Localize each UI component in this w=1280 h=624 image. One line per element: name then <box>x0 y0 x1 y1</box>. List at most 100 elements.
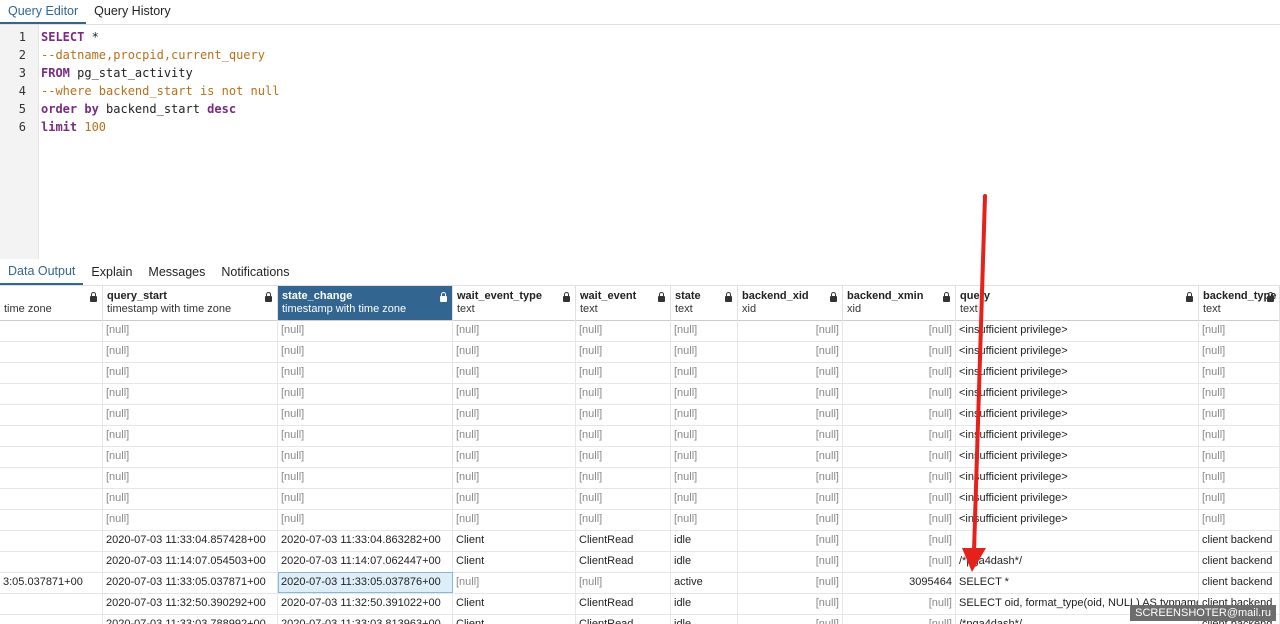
table-cell[interactable]: [null] <box>453 509 576 530</box>
table-cell[interactable] <box>0 362 103 383</box>
table-cell[interactable]: 2020-07-03 11:33:03.788992+00 <box>103 614 278 624</box>
table-cell[interactable]: [null] <box>1199 488 1280 509</box>
table-cell[interactable]: /*pga4dash*/ <box>956 551 1199 572</box>
table-cell[interactable]: [null] <box>738 509 843 530</box>
table-row[interactable]: 2020-07-03 11:33:04.857428+00 2020-07-03 … <box>0 530 1280 552</box>
table-cell[interactable]: [null] <box>576 425 671 446</box>
table-cell[interactable]: [null] <box>843 530 956 551</box>
table-cell[interactable]: [null] <box>671 404 738 425</box>
table-cell[interactable]: [null] <box>576 341 671 362</box>
table-cell[interactable]: [null] <box>843 551 956 572</box>
table-cell[interactable]: [null] <box>843 593 956 614</box>
table-cell[interactable]: [null] <box>843 320 956 341</box>
table-cell[interactable]: [null] <box>1199 509 1280 530</box>
table-cell[interactable]: <insufficient privilege> <box>956 404 1199 425</box>
tab-query-editor[interactable]: Query Editor <box>0 0 87 24</box>
table-cell[interactable]: [null] <box>576 572 671 593</box>
table-row[interactable]: [null] [null] [null] [null] [null] [null] [nul… <box>0 488 1280 510</box>
table-cell[interactable]: [null] <box>738 362 843 383</box>
table-cell[interactable] <box>0 551 103 572</box>
table-cell[interactable]: [null] <box>453 572 576 593</box>
table-cell[interactable]: [null] <box>1199 362 1280 383</box>
table-cell[interactable]: SELECT * <box>956 572 1199 593</box>
sql-editor[interactable]: 1 SELECT * 2 --datname,procpid,current_quer… <box>0 25 1280 260</box>
table-cell[interactable]: [null] <box>671 509 738 530</box>
table-cell[interactable]: [null] <box>738 320 843 341</box>
table-cell[interactable]: [null] <box>738 467 843 488</box>
table-cell[interactable]: [null] <box>278 383 453 404</box>
table-cell[interactable]: [null] <box>103 320 278 341</box>
table-cell[interactable]: 2020-07-03 11:33:05.037871+00 <box>103 572 278 593</box>
table-cell[interactable]: [null] <box>278 362 453 383</box>
column-header-state[interactable]: state text <box>671 286 738 320</box>
table-cell[interactable]: 2020-07-03 11:32:50.390292+00 <box>103 593 278 614</box>
table-cell[interactable]: 2020-07-03 11:33:05.037876+00 <box>278 572 453 593</box>
table-cell[interactable]: Client <box>453 551 576 572</box>
table-cell[interactable]: [null] <box>278 509 453 530</box>
tab-messages[interactable]: Messages <box>140 259 213 285</box>
table-cell[interactable]: [null] <box>453 446 576 467</box>
table-row[interactable]: [null] [null] [null] [null] [null] [null] [nul… <box>0 341 1280 363</box>
table-row[interactable]: [null] [null] [null] [null] [null] [null] [nul… <box>0 446 1280 468</box>
table-cell[interactable]: idle <box>671 551 738 572</box>
table-cell[interactable]: [null] <box>738 446 843 467</box>
table-cell[interactable]: [null] <box>278 446 453 467</box>
table-cell[interactable]: [null] <box>843 467 956 488</box>
table-cell[interactable]: [null] <box>671 425 738 446</box>
table-cell[interactable] <box>0 614 103 624</box>
table-cell[interactable]: [null] <box>576 404 671 425</box>
table-cell[interactable]: [null] <box>453 320 576 341</box>
table-cell[interactable]: [null] <box>576 446 671 467</box>
table-cell[interactable]: 2020-07-03 11:32:50.391022+00 <box>278 593 453 614</box>
table-row[interactable]: [null] [null] [null] [null] [null] [null] [nul… <box>0 509 1280 531</box>
tab-notifications[interactable]: Notifications <box>213 259 297 285</box>
table-cell[interactable] <box>0 446 103 467</box>
table-cell[interactable] <box>0 509 103 530</box>
table-row[interactable]: [null] [null] [null] [null] [null] [null] [nul… <box>0 383 1280 405</box>
table-cell[interactable]: <insufficient privilege> <box>956 383 1199 404</box>
table-cell[interactable]: Client <box>453 530 576 551</box>
table-cell[interactable]: [null] <box>671 341 738 362</box>
table-cell[interactable]: idle <box>671 614 738 624</box>
table-cell[interactable]: 2020-07-03 11:14:07.054503+00 <box>103 551 278 572</box>
table-cell[interactable]: [null] <box>103 425 278 446</box>
table-cell[interactable]: [null] <box>843 488 956 509</box>
table-cell[interactable]: [null] <box>738 488 843 509</box>
table-cell[interactable]: [null] <box>738 341 843 362</box>
table-cell[interactable] <box>956 530 1199 551</box>
table-cell[interactable] <box>0 383 103 404</box>
column-header-state-change[interactable]: state_change timestamp with time zone <box>278 286 453 320</box>
column-header-wait-event[interactable]: wait_event text <box>576 286 671 320</box>
code-line[interactable]: 3 FROM pg_stat_activity <box>0 64 1280 82</box>
table-cell[interactable]: idle <box>671 593 738 614</box>
tab-query-history[interactable]: Query History <box>86 0 178 24</box>
code-line[interactable]: 5 order by backend_start desc <box>0 100 1280 118</box>
code-line[interactable]: 4 --where backend_start is not null <box>0 82 1280 100</box>
table-cell[interactable]: [null] <box>576 488 671 509</box>
table-cell[interactable]: 3095464 <box>843 572 956 593</box>
table-cell[interactable]: <insufficient privilege> <box>956 488 1199 509</box>
table-cell[interactable] <box>0 467 103 488</box>
table-cell[interactable] <box>0 530 103 551</box>
table-cell[interactable]: ClientRead <box>576 614 671 624</box>
table-cell[interactable]: [null] <box>453 383 576 404</box>
table-cell[interactable]: [null] <box>103 383 278 404</box>
table-cell[interactable]: [null] <box>738 614 843 624</box>
table-cell[interactable]: [null] <box>843 404 956 425</box>
table-cell[interactable]: [null] <box>1199 446 1280 467</box>
table-cell[interactable]: [null] <box>278 320 453 341</box>
table-cell[interactable]: [null] <box>1199 341 1280 362</box>
table-cell[interactable]: [null] <box>278 341 453 362</box>
table-cell[interactable]: [null] <box>576 383 671 404</box>
table-cell[interactable]: ClientRead <box>576 551 671 572</box>
table-cell[interactable]: 3:05.037871+00 <box>0 572 103 593</box>
code-line[interactable]: 1 SELECT * <box>0 28 1280 46</box>
table-cell[interactable]: [null] <box>843 362 956 383</box>
table-cell[interactable]: [null] <box>103 341 278 362</box>
table-row[interactable]: [null] [null] [null] [null] [null] [null] [nul… <box>0 404 1280 426</box>
table-row[interactable]: 2020-07-03 11:32:50.390292+00 2020-07-03 … <box>0 593 1280 615</box>
table-cell[interactable]: [null] <box>843 425 956 446</box>
table-cell[interactable]: [null] <box>278 488 453 509</box>
table-cell[interactable]: [null] <box>738 404 843 425</box>
table-cell[interactable]: [null] <box>453 488 576 509</box>
